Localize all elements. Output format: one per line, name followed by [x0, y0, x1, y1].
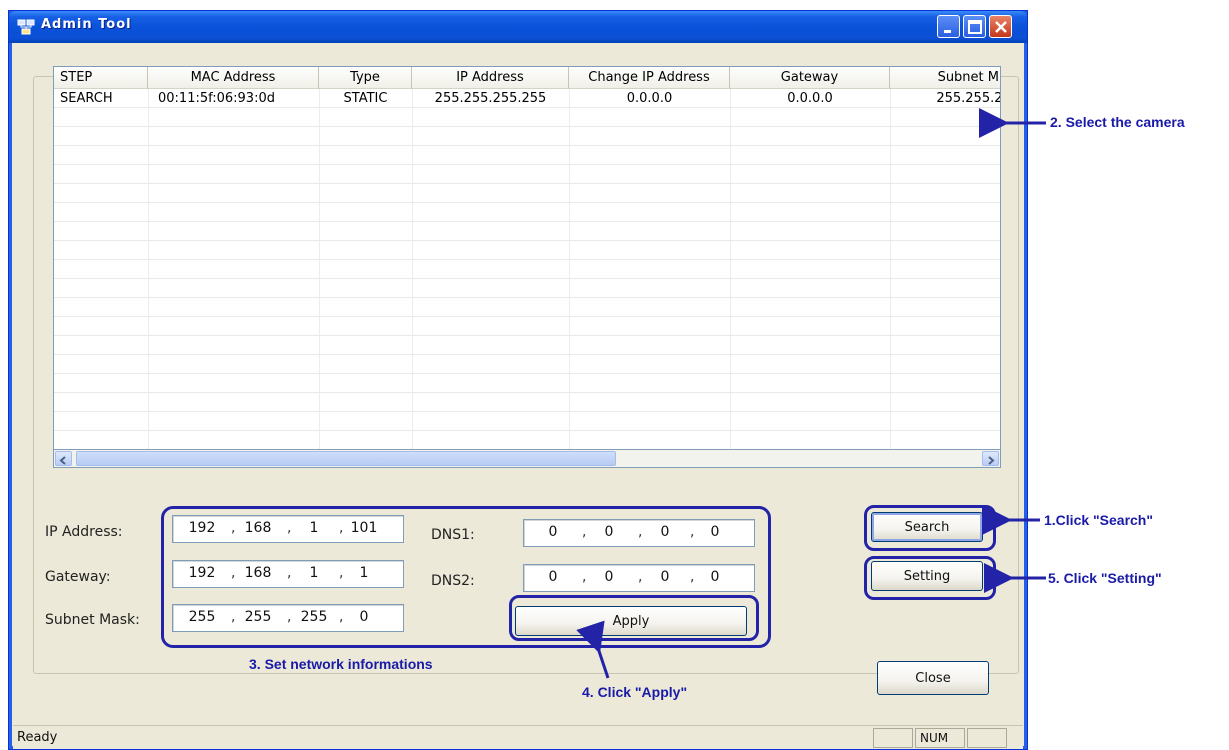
- annotation-click-search: 1.Click "Search": [1044, 512, 1153, 528]
- annotation-click-setting: 5. Click "Setting": [1048, 570, 1162, 586]
- annotation-arrows: [576, 108, 1046, 679]
- annotation-set-network: 3. Set network informations: [249, 656, 433, 672]
- annotation-click-apply: 4. Click "Apply": [582, 684, 688, 700]
- arrow-click-apply: [576, 620, 610, 679]
- annotation-select-camera: 2. Select the camera: [1050, 114, 1185, 130]
